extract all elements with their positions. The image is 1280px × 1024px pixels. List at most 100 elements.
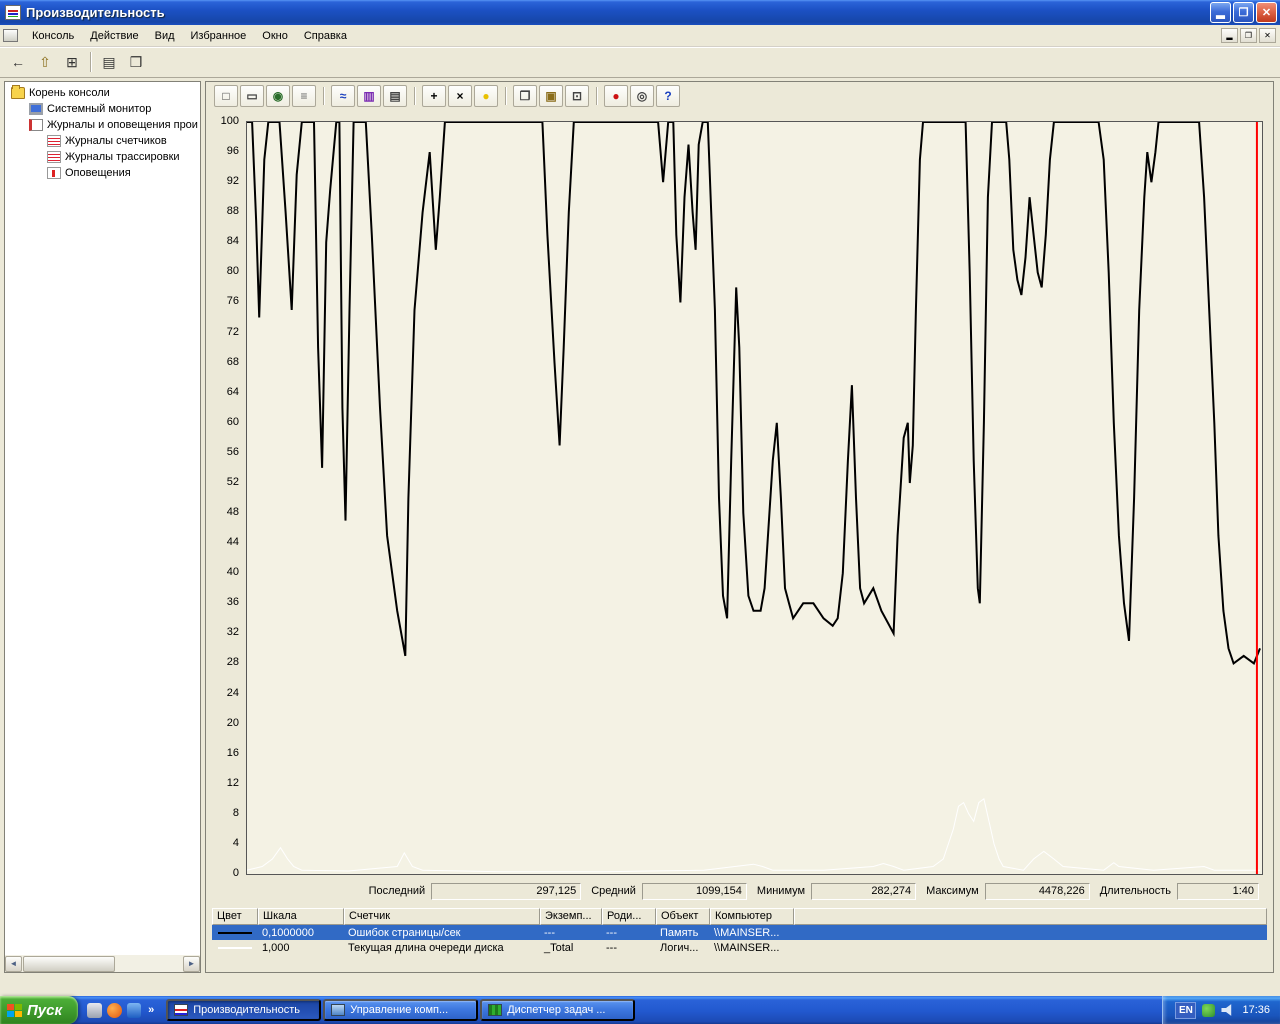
- back-button[interactable]: ←: [5, 50, 31, 74]
- toolbar-separator: [323, 87, 324, 105]
- freeze-display-button[interactable]: ●: [604, 85, 628, 107]
- stat-label-maximum: Максимум: [926, 885, 979, 897]
- language-indicator[interactable]: EN: [1175, 1001, 1197, 1019]
- taskman-icon: [488, 1004, 503, 1016]
- delete-counter-button[interactable]: ×: [448, 85, 472, 107]
- y-axis-label: 76: [226, 295, 239, 308]
- chart-svg: [246, 121, 1261, 874]
- menu-console[interactable]: Консоль: [24, 27, 82, 45]
- up-one-level-icon: ⇧: [39, 53, 51, 70]
- view-report-icon: ▤: [389, 89, 401, 103]
- update-data-button[interactable]: ◎: [630, 85, 654, 107]
- legend-cell: _Total: [544, 941, 574, 954]
- menu-view[interactable]: Вид: [147, 27, 183, 45]
- tree-horizontal-scrollbar[interactable]: ◄ ►: [5, 955, 200, 972]
- minimize-button[interactable]: ▂: [1210, 2, 1231, 23]
- view-graph-button[interactable]: ≈: [331, 85, 355, 107]
- delete-counter-icon: ×: [456, 89, 464, 103]
- quick-launch-icon-3[interactable]: [127, 1002, 142, 1018]
- properties-button[interactable]: ⊡: [565, 85, 589, 107]
- tree-item-trace-logs[interactable]: Журналы трассировки: [5, 149, 200, 165]
- add-counter-button[interactable]: +: [422, 85, 446, 107]
- tree-item-logs-and-alerts[interactable]: Журналы и оповещения прои: [5, 117, 200, 133]
- taskbar-button-performance[interactable]: Производительность: [166, 999, 322, 1021]
- clear-display-icon: ▭: [246, 89, 258, 103]
- tree-item-alerts[interactable]: Оповещения: [5, 165, 200, 181]
- up-one-level-button[interactable]: ⇧: [32, 50, 58, 74]
- title-bar[interactable]: Производительность ▂ ❐ ✕: [0, 0, 1280, 25]
- taskbar-button-label: Диспетчер задач ...: [507, 1004, 606, 1016]
- view-report-button[interactable]: ▤: [383, 85, 407, 107]
- stat-label-duration: Длительность: [1099, 885, 1171, 897]
- show-hide-console-tree-button[interactable]: ⊞: [59, 50, 85, 74]
- view-histogram-button[interactable]: ▥: [357, 85, 381, 107]
- paste-counter-list-icon: ▣: [545, 89, 557, 103]
- volume-tray-icon[interactable]: [1221, 1004, 1232, 1016]
- help-topics-button[interactable]: ❒: [123, 50, 149, 74]
- view-log-data-button[interactable]: ≡: [292, 85, 316, 107]
- copy-properties-icon: ❐: [519, 89, 531, 103]
- y-axis-label: 44: [226, 536, 239, 549]
- scroll-right-button[interactable]: ►: [183, 955, 200, 972]
- y-axis-label: 0: [232, 867, 239, 879]
- legend-header-row: Цвет Шкала Счетчик Экземп... Роди... Объект Ко…: [212, 908, 1267, 925]
- y-axis-label: 8: [232, 806, 239, 819]
- view-current-activity-button[interactable]: ◉: [266, 85, 290, 107]
- clear-display-button[interactable]: ▭: [240, 85, 264, 107]
- scroll-thumb[interactable]: [23, 955, 115, 972]
- child-minimize-button[interactable]: ▂: [1221, 28, 1238, 43]
- copy-properties-button[interactable]: ❐: [513, 85, 537, 107]
- legend-cell: \\MAINSER...: [714, 941, 780, 954]
- highlight-button[interactable]: ●: [474, 85, 498, 107]
- paste-counter-list-button[interactable]: ▣: [539, 85, 563, 107]
- child-restore-button[interactable]: ❐: [1240, 28, 1257, 43]
- menu-action[interactable]: Действие: [82, 27, 146, 45]
- color-swatch-cell: [212, 946, 258, 949]
- legend-cell: Память: [660, 926, 699, 939]
- color-swatch-cell: [212, 931, 258, 934]
- export-list-button[interactable]: ▤: [96, 50, 122, 74]
- legend-header-4[interactable]: Роди...: [602, 908, 656, 925]
- legend-header-0[interactable]: Цвет: [212, 908, 258, 925]
- show-hide-console-tree-icon: ⊞: [66, 53, 78, 70]
- menu-window[interactable]: Окно: [254, 27, 296, 45]
- redlog-icon: [47, 135, 61, 147]
- legend-cell: 0,1000000: [262, 926, 314, 939]
- child-close-button[interactable]: ✕: [1259, 28, 1276, 43]
- y-axis-label: 28: [226, 656, 239, 669]
- tree-item-system-monitor[interactable]: Системный монитор: [5, 101, 200, 117]
- legend-header-3[interactable]: Экземп...: [540, 908, 602, 925]
- system-tray: EN 17:36: [1162, 996, 1280, 1024]
- legend-row[interactable]: 1,000 Текущая длина очереди диска _Total --…: [212, 940, 1267, 955]
- menu-help[interactable]: Справка: [296, 27, 355, 45]
- taskbar-button-computer-management[interactable]: Управление комп...: [323, 999, 479, 1021]
- tree-item-counter-logs[interactable]: Журналы счетчиков: [5, 133, 200, 149]
- legend-header-6[interactable]: Компьютер: [710, 908, 794, 925]
- chart-line-0: [247, 121, 1261, 666]
- new-counter-set-button[interactable]: □: [214, 85, 238, 107]
- menu-favorites[interactable]: Избранное: [183, 27, 255, 45]
- legend-header-2[interactable]: Счетчик: [344, 908, 540, 925]
- y-axis-label: 52: [226, 475, 239, 488]
- legend-cell: Текущая длина очереди диска: [348, 941, 504, 954]
- y-axis-label: 56: [226, 445, 239, 458]
- tree-item-console-root[interactable]: Корень консоли: [5, 85, 200, 101]
- color-swatch: [218, 946, 252, 949]
- help-button[interactable]: ?: [656, 85, 680, 107]
- quick-launch-icon-2[interactable]: [107, 1002, 123, 1018]
- start-button[interactable]: Пуск: [0, 996, 79, 1024]
- legend-header-5[interactable]: Объект: [656, 908, 710, 925]
- security-tray-icon[interactable]: [1202, 1003, 1216, 1017]
- restore-button[interactable]: ❐: [1233, 2, 1254, 23]
- windows-flag-icon: [7, 1003, 22, 1017]
- legend-header-1[interactable]: Шкала: [258, 908, 344, 925]
- quick-launch-icon-1[interactable]: [87, 1002, 103, 1018]
- legend-row[interactable]: 0,1000000 Ошибок страницы/сек --- --- Память…: [212, 925, 1267, 940]
- taskbar-button-task-manager[interactable]: Диспетчер задач ...: [480, 999, 636, 1021]
- close-button[interactable]: ✕: [1256, 2, 1277, 23]
- y-axis-label: 72: [226, 325, 239, 338]
- scroll-left-button[interactable]: ◄: [5, 955, 22, 972]
- y-axis-label: 80: [226, 265, 239, 278]
- add-counter-icon: +: [430, 89, 438, 103]
- quick-launch-chevron[interactable]: »: [146, 1004, 156, 1016]
